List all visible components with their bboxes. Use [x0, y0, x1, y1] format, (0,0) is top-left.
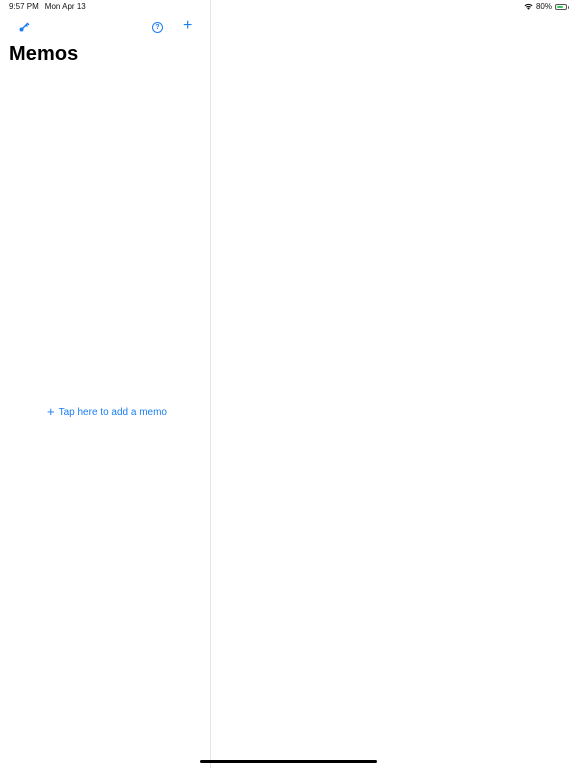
help-glyph: ? — [155, 24, 160, 31]
help-icon[interactable]: ? — [152, 22, 163, 33]
plus-icon: + — [47, 404, 55, 419]
plus-icon[interactable]: + — [183, 18, 192, 34]
detail-pane — [212, 0, 576, 768]
screen: 9:57 PM Mon Apr 13 80% ? + Memos + Tap h… — [0, 0, 576, 768]
add-memo-label: Tap here to add a memo — [58, 406, 167, 418]
sidebar: ? + Memos + Tap here to add a memo — [0, 0, 211, 768]
key-icon[interactable] — [18, 21, 30, 33]
add-memo-button[interactable]: + Tap here to add a memo — [47, 404, 167, 419]
page-title: Memos — [9, 43, 79, 65]
home-indicator[interactable] — [200, 760, 377, 763]
plus-glyph: + — [183, 17, 193, 34]
